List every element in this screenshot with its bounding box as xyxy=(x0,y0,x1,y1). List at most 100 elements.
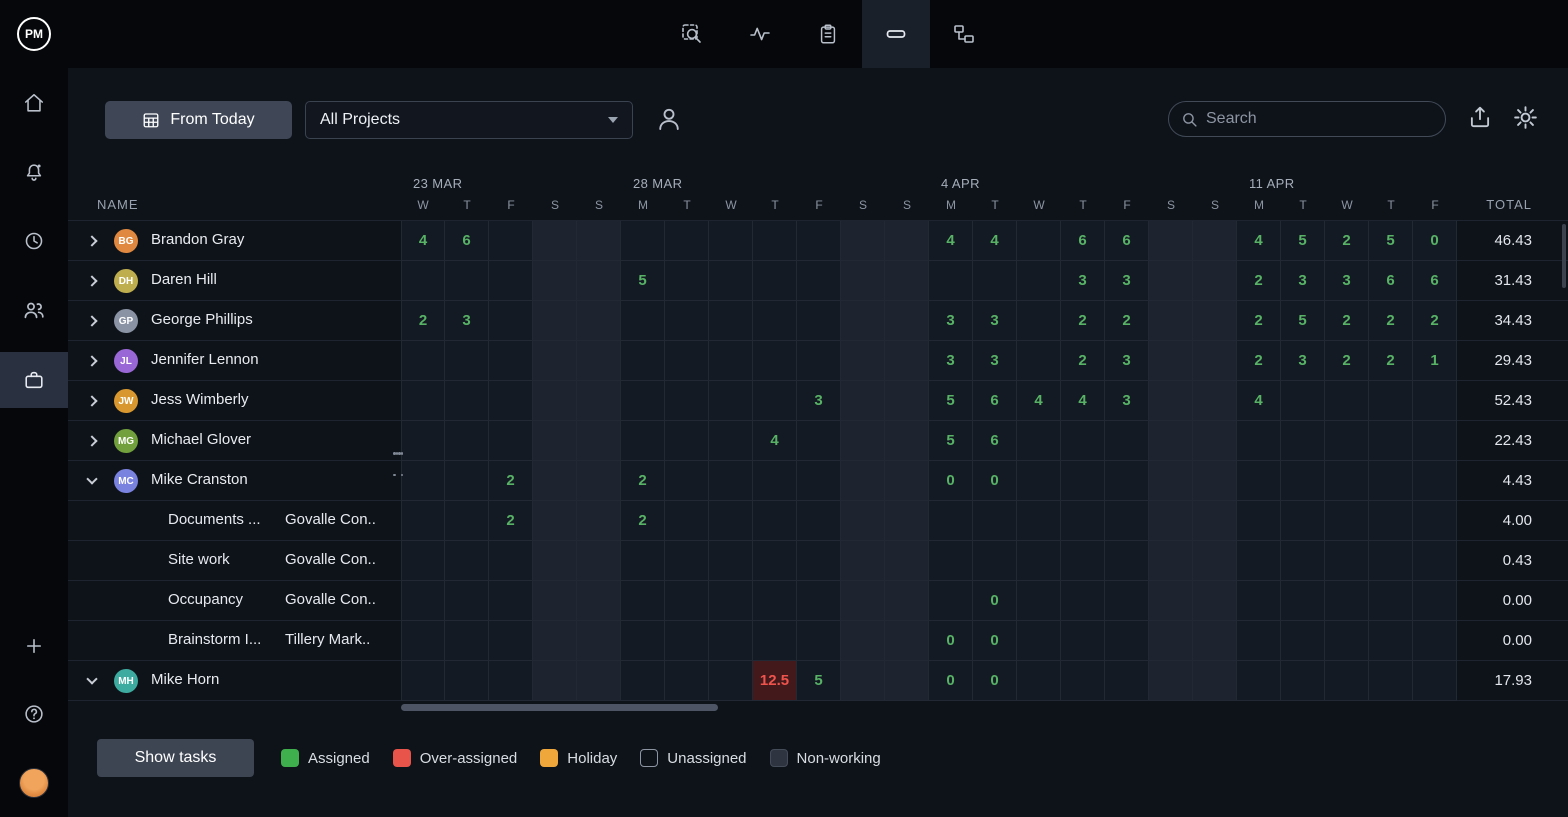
row-name-cell[interactable]: JLJennifer Lennon xyxy=(68,341,401,381)
allocation-cell[interactable] xyxy=(929,581,973,621)
allocation-cell[interactable] xyxy=(1193,421,1237,461)
allocation-cell[interactable]: 5 xyxy=(621,261,665,301)
allocation-cell[interactable]: 3 xyxy=(1105,381,1149,421)
allocation-cell[interactable]: 6 xyxy=(1105,221,1149,261)
allocation-cell[interactable]: 0 xyxy=(973,661,1017,701)
projects-dropdown[interactable]: All Projects xyxy=(305,101,633,139)
allocation-cell[interactable] xyxy=(1237,581,1281,621)
allocation-cell[interactable] xyxy=(973,541,1017,581)
allocation-cell[interactable] xyxy=(841,301,885,341)
allocation-cell[interactable] xyxy=(709,221,753,261)
allocation-cell[interactable] xyxy=(1237,421,1281,461)
allocation-cell[interactable] xyxy=(1105,421,1149,461)
allocation-cell[interactable] xyxy=(489,341,533,381)
allocation-cell[interactable] xyxy=(1193,581,1237,621)
person-row[interactable]: BGBrandon Gray4644664525046.43 xyxy=(68,221,1568,261)
allocation-cell[interactable] xyxy=(1193,261,1237,301)
allocation-cell[interactable] xyxy=(1193,301,1237,341)
allocation-cell[interactable] xyxy=(1325,501,1369,541)
allocation-cell[interactable] xyxy=(1413,541,1457,581)
allocation-cell[interactable]: 3 xyxy=(1281,341,1325,381)
allocation-cell[interactable] xyxy=(709,421,753,461)
allocation-cell[interactable] xyxy=(577,301,621,341)
allocation-cell[interactable]: 2 xyxy=(1325,221,1369,261)
allocation-cell[interactable] xyxy=(797,581,841,621)
allocation-cell[interactable]: 2 xyxy=(1369,301,1413,341)
allocation-cell[interactable]: 3 xyxy=(1061,261,1105,301)
allocation-cell[interactable] xyxy=(489,221,533,261)
allocation-cell[interactable]: 2 xyxy=(1105,301,1149,341)
allocation-cell[interactable] xyxy=(797,261,841,301)
allocation-cell[interactable]: 4 xyxy=(1017,381,1061,421)
allocation-cell[interactable]: 2 xyxy=(1061,341,1105,381)
user-avatar[interactable] xyxy=(19,768,49,798)
allocation-cell[interactable]: 3 xyxy=(929,301,973,341)
allocation-cell[interactable]: 2 xyxy=(1325,341,1369,381)
person-row[interactable]: MHMike Horn12.550017.93 xyxy=(68,661,1568,701)
allocation-cell[interactable] xyxy=(665,501,709,541)
allocation-cell[interactable] xyxy=(797,301,841,341)
allocation-cell[interactable] xyxy=(1105,581,1149,621)
allocation-cell[interactable] xyxy=(841,541,885,581)
allocation-cell[interactable] xyxy=(1369,461,1413,501)
allocation-cell[interactable] xyxy=(1369,661,1413,701)
allocation-cell[interactable] xyxy=(401,421,445,461)
allocation-cell[interactable] xyxy=(1413,421,1457,461)
allocation-cell[interactable]: 3 xyxy=(797,381,841,421)
allocation-cell[interactable] xyxy=(665,341,709,381)
row-name-cell[interactable]: JWJess Wimberly xyxy=(68,381,401,421)
allocation-cell[interactable] xyxy=(1369,541,1413,581)
allocation-cell[interactable] xyxy=(1105,501,1149,541)
allocation-cell[interactable] xyxy=(445,501,489,541)
allocation-cell[interactable] xyxy=(885,301,929,341)
allocation-cell[interactable] xyxy=(753,261,797,301)
person-row[interactable]: GPGeorge Phillips2333222522234.43 xyxy=(68,301,1568,341)
allocation-cell[interactable]: 2 xyxy=(1061,301,1105,341)
allocation-cell[interactable] xyxy=(533,501,577,541)
allocation-cell[interactable] xyxy=(1017,461,1061,501)
allocation-cell[interactable] xyxy=(445,621,489,661)
allocation-cell[interactable] xyxy=(1325,421,1369,461)
allocation-cell[interactable] xyxy=(709,341,753,381)
allocation-cell[interactable] xyxy=(1325,621,1369,661)
allocation-cell[interactable] xyxy=(1061,581,1105,621)
chevron-right-icon[interactable] xyxy=(86,315,97,326)
person-row[interactable]: JLJennifer Lennon33232322129.43 xyxy=(68,341,1568,381)
panel-resize-handle[interactable] xyxy=(393,452,403,476)
row-name-cell[interactable]: MCMike Cranston xyxy=(68,461,401,501)
allocation-cell[interactable] xyxy=(489,661,533,701)
allocation-cell[interactable] xyxy=(1325,381,1369,421)
allocation-cell[interactable]: 0 xyxy=(929,661,973,701)
allocation-cell[interactable] xyxy=(1369,381,1413,421)
app-logo[interactable]: PM xyxy=(17,17,51,51)
allocation-cell[interactable] xyxy=(401,261,445,301)
allocation-cell[interactable] xyxy=(929,541,973,581)
allocation-cell[interactable]: 5 xyxy=(929,421,973,461)
allocation-cell[interactable] xyxy=(533,381,577,421)
allocation-cell[interactable] xyxy=(665,261,709,301)
allocation-cell[interactable] xyxy=(973,261,1017,301)
allocation-cell[interactable]: 2 xyxy=(1325,301,1369,341)
chevron-right-icon[interactable] xyxy=(86,435,97,446)
allocation-cell[interactable] xyxy=(489,621,533,661)
allocation-cell[interactable]: 6 xyxy=(445,221,489,261)
allocation-cell[interactable]: 0 xyxy=(1413,221,1457,261)
row-name-cell[interactable]: DHDaren Hill xyxy=(68,261,401,301)
allocation-cell[interactable] xyxy=(709,381,753,421)
allocation-cell[interactable] xyxy=(753,501,797,541)
allocation-cell[interactable] xyxy=(577,621,621,661)
allocation-cell[interactable] xyxy=(445,541,489,581)
allocation-cell[interactable] xyxy=(709,501,753,541)
allocation-cell[interactable] xyxy=(1017,421,1061,461)
allocation-cell[interactable]: 5 xyxy=(1281,301,1325,341)
allocation-cell[interactable] xyxy=(1325,581,1369,621)
allocation-cell[interactable] xyxy=(665,581,709,621)
allocation-cell[interactable] xyxy=(1193,381,1237,421)
allocation-cell[interactable] xyxy=(401,581,445,621)
from-today-button[interactable]: From Today xyxy=(105,101,292,139)
allocation-cell[interactable] xyxy=(489,381,533,421)
allocation-cell[interactable]: 3 xyxy=(973,301,1017,341)
allocation-cell[interactable] xyxy=(1413,661,1457,701)
allocation-cell[interactable] xyxy=(445,341,489,381)
allocation-cell[interactable] xyxy=(1237,661,1281,701)
